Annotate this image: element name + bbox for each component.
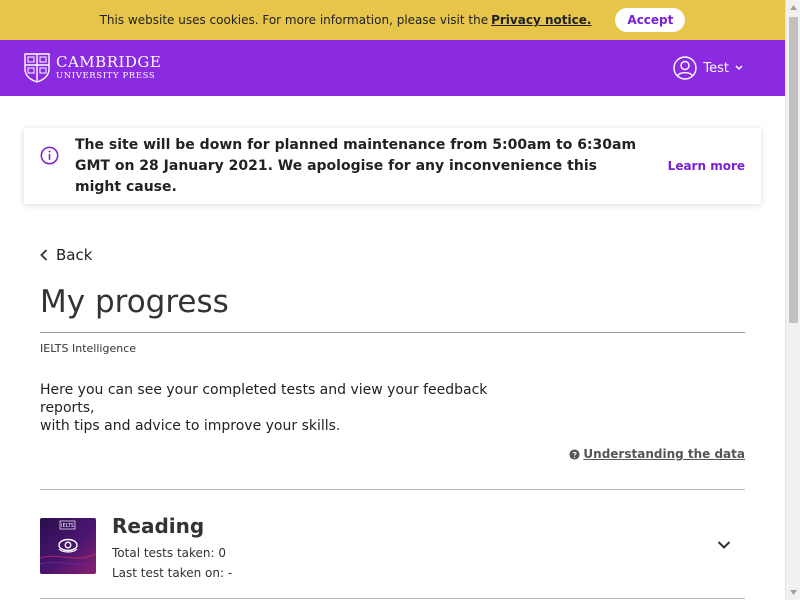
scroll-up-arrow-icon[interactable]: [786, 0, 800, 15]
site-header: CAMBRIDGE UNIVERSITY PRESS Test: [0, 40, 785, 96]
scrollbar-thumb[interactable]: [789, 17, 798, 323]
info-icon: [40, 146, 59, 165]
cambridge-logo[interactable]: CAMBRIDGE UNIVERSITY PRESS: [24, 53, 161, 83]
skill-name: Reading: [112, 514, 205, 538]
page-title: My progress: [40, 284, 229, 320]
page-subtitle: IELTS Intelligence: [40, 342, 137, 355]
intro-line-2: with tips and advice to improve your ski…: [40, 418, 341, 434]
maintenance-notice: The site will be down for planned mainte…: [24, 128, 761, 204]
chevron-left-icon: [40, 249, 48, 261]
user-menu[interactable]: Test: [673, 56, 743, 80]
reading-eye-icon: IELTS: [40, 518, 96, 574]
cambridge-shield-icon: [24, 53, 50, 83]
cookie-banner: This website uses cookies. For more info…: [0, 0, 785, 40]
chevron-down-icon[interactable]: [717, 540, 731, 550]
understanding-data-link[interactable]: Understanding the data: [569, 447, 745, 461]
back-link[interactable]: Back: [40, 246, 92, 264]
last-test-taken: Last test taken on: -: [112, 566, 233, 580]
logo-wordmark-top: CAMBRIDGE: [56, 53, 162, 72]
ielts-badge-text: IELTS: [61, 523, 74, 529]
scroll-down-arrow-icon[interactable]: [786, 585, 800, 600]
title-divider: [40, 332, 745, 333]
intro-line-1: Here you can see your completed tests an…: [40, 382, 488, 416]
section-divider-bottom: [40, 598, 745, 599]
page-viewport: This website uses cookies. For more info…: [0, 0, 785, 600]
user-name: Test: [703, 60, 729, 76]
logo-wordmark-bottom: UNIVERSITY PRESS: [56, 71, 156, 82]
maintenance-notice-text: The site will be down for planned mainte…: [75, 136, 637, 195]
understanding-data-label: Understanding the data: [583, 447, 745, 461]
help-icon: [569, 448, 580, 460]
cookie-text: This website uses cookies. For more info…: [99, 13, 489, 27]
learn-more-link[interactable]: Learn more: [668, 159, 745, 173]
accept-cookies-button[interactable]: Accept: [615, 8, 686, 32]
reading-thumbnail: IELTS: [40, 518, 96, 574]
skill-row-reading[interactable]: IELTS Reading Total tests taken: 0 Last …: [40, 490, 745, 598]
privacy-notice-link[interactable]: Privacy notice.: [491, 13, 591, 27]
chevron-down-icon: [735, 65, 743, 71]
back-label: Back: [56, 246, 93, 264]
user-avatar-icon: [673, 56, 698, 80]
intro-text: Here you can see your completed tests an…: [40, 381, 540, 435]
vertical-scrollbar[interactable]: [785, 0, 800, 600]
total-tests-taken: Total tests taken: 0: [112, 546, 227, 560]
